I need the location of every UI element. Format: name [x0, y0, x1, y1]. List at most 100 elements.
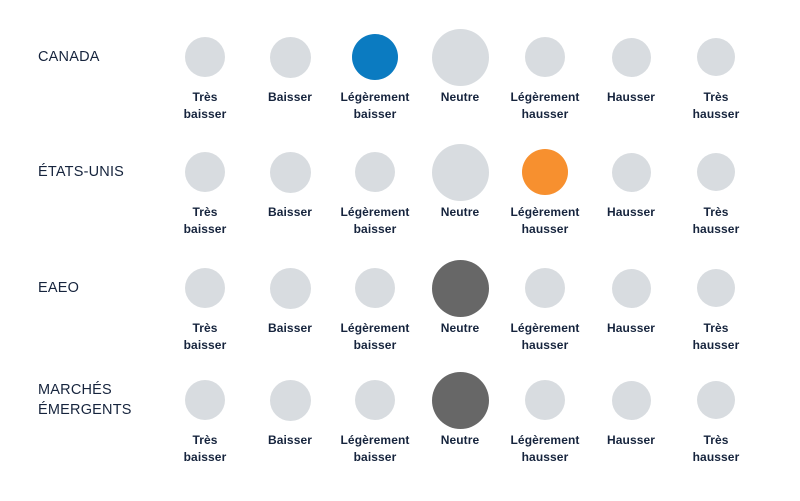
dot-wrapper	[157, 258, 253, 318]
matrix-cell[interactable]: Très hausser	[668, 27, 764, 123]
cell-label: Baisser	[267, 205, 313, 219]
dot-wrapper	[157, 370, 253, 430]
inactive-dot-icon	[697, 269, 735, 307]
matrix-cell[interactable]: Hausser	[583, 258, 679, 337]
matrix-cell[interactable]: Légèrement baisser	[327, 370, 423, 466]
positioning-matrix: CANADA Très baisser Baisser Légèrement bais…	[0, 0, 800, 501]
matrix-cell[interactable]: Légèrement baisser	[327, 258, 423, 354]
dot-wrapper	[668, 258, 764, 318]
cell-label: Hausser	[606, 321, 656, 335]
matrix-cell[interactable]: Très hausser	[668, 258, 764, 354]
cell-label: Très hausser	[692, 321, 740, 352]
matrix-cell[interactable]: Légèrement hausser	[497, 258, 593, 354]
dot-wrapper	[412, 258, 508, 318]
matrix-cell[interactable]: Très hausser	[668, 370, 764, 466]
inactive-dot-icon	[185, 152, 225, 192]
selected-dot-icon	[431, 259, 489, 317]
matrix-cell[interactable]: Hausser	[583, 370, 679, 449]
matrix-cell[interactable]: Baisser	[242, 370, 338, 449]
inactive-dot-icon	[697, 38, 735, 76]
matrix-cell[interactable]: Légèrement hausser	[497, 27, 593, 123]
inactive-dot-icon	[611, 380, 651, 420]
inactive-dot-icon	[185, 268, 225, 308]
cell-label: Hausser	[606, 433, 656, 447]
selected-dot-icon	[352, 34, 398, 80]
cell-label: Très baisser	[183, 433, 227, 464]
inactive-dot-icon	[611, 268, 651, 308]
inactive-dot-icon	[697, 153, 735, 191]
cell-label: Très baisser	[183, 90, 227, 121]
dot-wrapper	[497, 142, 593, 202]
inactive-dot-icon	[185, 380, 225, 420]
dot-wrapper	[412, 27, 508, 87]
matrix-cell[interactable]: Légèrement baisser	[327, 142, 423, 238]
dot-wrapper	[157, 27, 253, 87]
cell-label: Baisser	[267, 321, 313, 335]
inactive-dot-icon	[269, 151, 311, 193]
inactive-dot-icon	[611, 152, 651, 192]
cell-label: Neutre	[440, 90, 480, 104]
inactive-dot-icon	[355, 152, 395, 192]
matrix-cell[interactable]: Légèrement baisser	[327, 27, 423, 123]
cell-label: Hausser	[606, 205, 656, 219]
cell-label: Légèrement baisser	[340, 205, 410, 236]
cell-label: Légèrement hausser	[510, 433, 580, 464]
inactive-dot-icon	[269, 379, 311, 421]
cell-label: Légèrement baisser	[340, 90, 410, 121]
inactive-dot-icon	[431, 28, 489, 86]
dot-wrapper	[497, 370, 593, 430]
matrix-cell[interactable]: Neutre	[412, 142, 508, 221]
inactive-dot-icon	[697, 381, 735, 419]
cell-label: Hausser	[606, 90, 656, 104]
cell-label: Très hausser	[692, 90, 740, 121]
matrix-cell[interactable]: Neutre	[412, 370, 508, 449]
matrix-cell[interactable]: Très baisser	[157, 27, 253, 123]
matrix-cell[interactable]: Très baisser	[157, 142, 253, 238]
matrix-cell[interactable]: Neutre	[412, 27, 508, 106]
cell-label: Très baisser	[183, 205, 227, 236]
dot-wrapper	[242, 142, 338, 202]
dot-wrapper	[668, 370, 764, 430]
inactive-dot-icon	[355, 268, 395, 308]
dot-wrapper	[327, 370, 423, 430]
cell-label: Neutre	[440, 321, 480, 335]
inactive-dot-icon	[185, 37, 225, 77]
inactive-dot-icon	[269, 36, 311, 78]
dot-wrapper	[583, 370, 679, 430]
selected-dot-icon	[431, 371, 489, 429]
inactive-dot-icon	[431, 143, 489, 201]
cell-label: Légèrement baisser	[340, 433, 410, 464]
dot-wrapper	[157, 142, 253, 202]
matrix-cell[interactable]: Légèrement hausser	[497, 142, 593, 238]
dot-wrapper	[583, 27, 679, 87]
inactive-dot-icon	[269, 267, 311, 309]
matrix-cell[interactable]: Baisser	[242, 27, 338, 106]
matrix-cell[interactable]: Neutre	[412, 258, 508, 337]
inactive-dot-icon	[355, 380, 395, 420]
cell-label: Légèrement baisser	[340, 321, 410, 352]
dot-wrapper	[242, 27, 338, 87]
cell-label: Légèrement hausser	[510, 90, 580, 121]
dot-wrapper	[327, 27, 423, 87]
cell-label: Légèrement hausser	[510, 205, 580, 236]
matrix-cell[interactable]: Légèrement hausser	[497, 370, 593, 466]
dot-wrapper	[327, 142, 423, 202]
inactive-dot-icon	[611, 37, 651, 77]
matrix-cell[interactable]: Hausser	[583, 142, 679, 221]
matrix-cell[interactable]: Très baisser	[157, 258, 253, 354]
cell-label: Très hausser	[692, 205, 740, 236]
matrix-cell[interactable]: Très hausser	[668, 142, 764, 238]
cell-label: Légèrement hausser	[510, 321, 580, 352]
cell-label: Baisser	[267, 433, 313, 447]
matrix-cell[interactable]: Très baisser	[157, 370, 253, 466]
matrix-cell[interactable]: Hausser	[583, 27, 679, 106]
dot-wrapper	[497, 258, 593, 318]
inactive-dot-icon	[525, 268, 565, 308]
dot-wrapper	[497, 27, 593, 87]
dot-wrapper	[668, 142, 764, 202]
inactive-dot-icon	[525, 37, 565, 77]
dot-wrapper	[583, 258, 679, 318]
matrix-cell[interactable]: Baisser	[242, 258, 338, 337]
matrix-cell[interactable]: Baisser	[242, 142, 338, 221]
cell-label: Neutre	[440, 205, 480, 219]
